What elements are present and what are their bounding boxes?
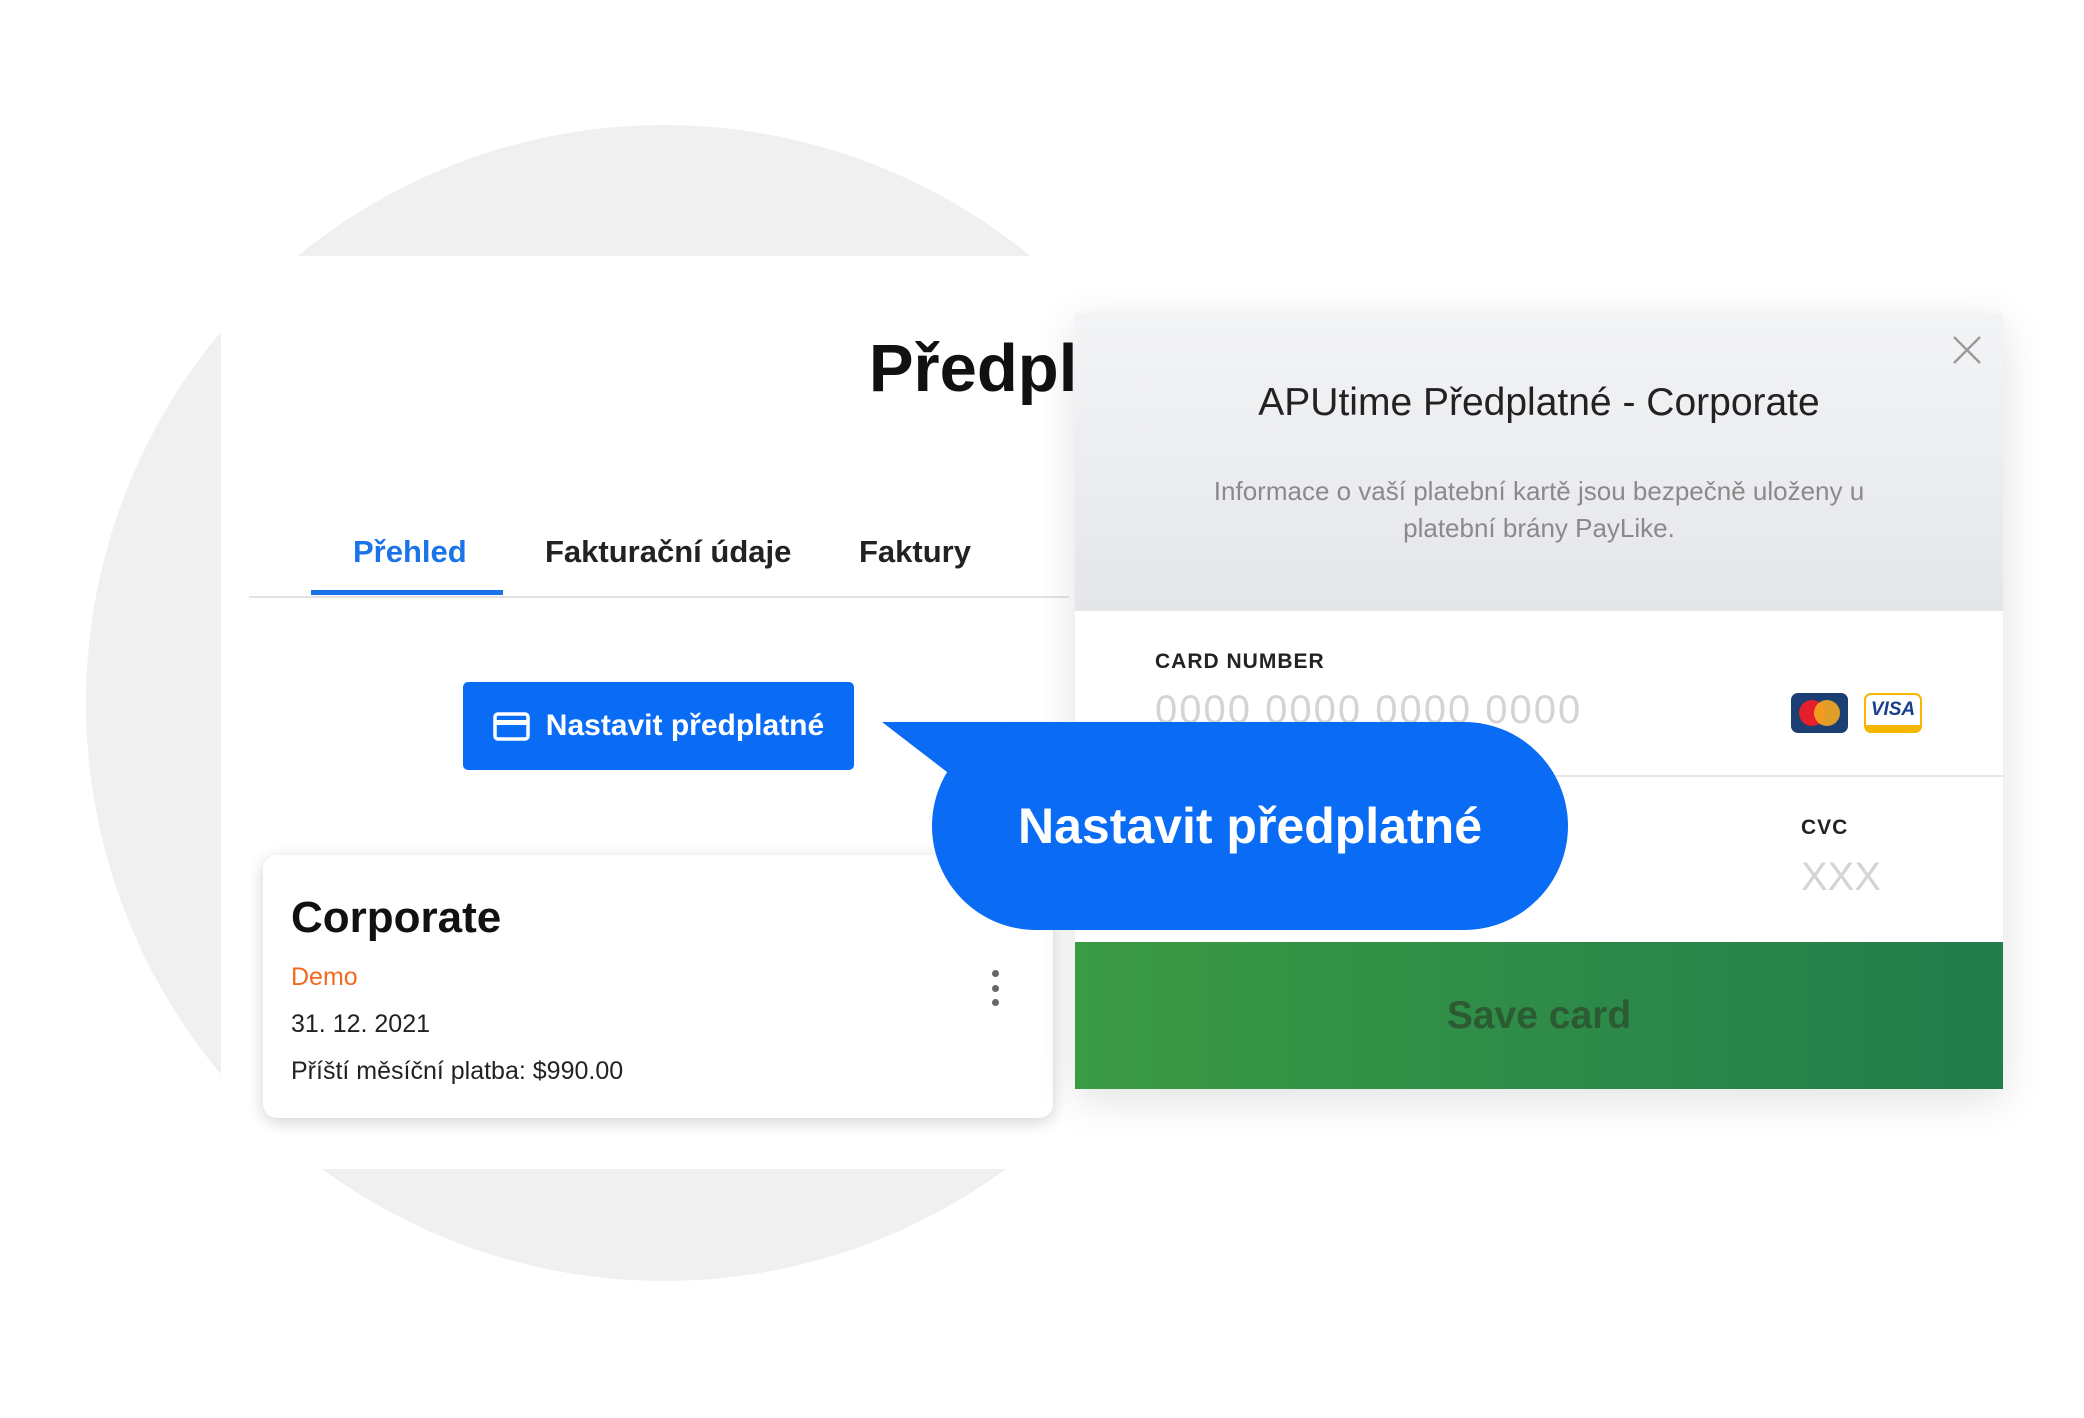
- mastercard-icon: [1791, 693, 1848, 733]
- plan-name: Corporate: [291, 893, 502, 942]
- tab-bar: Přehled Fakturační údaje Faktury: [249, 520, 1069, 598]
- plan-status-badge: Demo: [291, 963, 358, 991]
- save-card-button[interactable]: Save card: [1075, 942, 2003, 1089]
- payment-modal: APUtime Předplatné - Corporate Informace…: [1075, 313, 2003, 1089]
- modal-info-text: Informace o vaší platební kartě jsou bez…: [1213, 476, 1865, 543]
- setup-subscription-label: Nastavit předplatné: [545, 709, 825, 742]
- plan-date: 31. 12. 2021: [291, 1010, 431, 1038]
- setup-subscription-button[interactable]: Nastavit předplatné: [463, 682, 854, 770]
- tab-prehled[interactable]: Přehled: [353, 534, 467, 570]
- card-number-label: CARD NUMBER: [1155, 650, 1325, 673]
- callout-text: Nastavit předplatné: [1017, 798, 1482, 854]
- kebab-dot: [991, 984, 999, 992]
- credit-card-icon: [493, 711, 530, 741]
- tab-faktury[interactable]: Faktury: [859, 534, 971, 570]
- visa-icon: VISA: [1864, 693, 1922, 733]
- kebab-dot: [991, 999, 999, 1006]
- more-options-icon[interactable]: [985, 970, 1005, 1006]
- close-icon[interactable]: [1950, 333, 1984, 367]
- tab-fakturacni-udaje[interactable]: Fakturační údaje: [545, 534, 791, 570]
- visa-text: VISA: [1870, 699, 1916, 720]
- plan-next-payment: Příští měsíční platba: $990.00: [291, 1057, 624, 1085]
- modal-title: APUtime Předplatné - Corporate: [1258, 381, 1820, 424]
- modal-header: [1075, 313, 2003, 611]
- cvc-input[interactable]: [1801, 853, 1951, 901]
- kebab-dot: [991, 970, 999, 977]
- active-tab-indicator: [311, 590, 503, 595]
- stage: Předplatné Přehled Fakturační údaje Fakt…: [0, 0, 2084, 1418]
- cvc-label: CVC: [1801, 816, 1849, 839]
